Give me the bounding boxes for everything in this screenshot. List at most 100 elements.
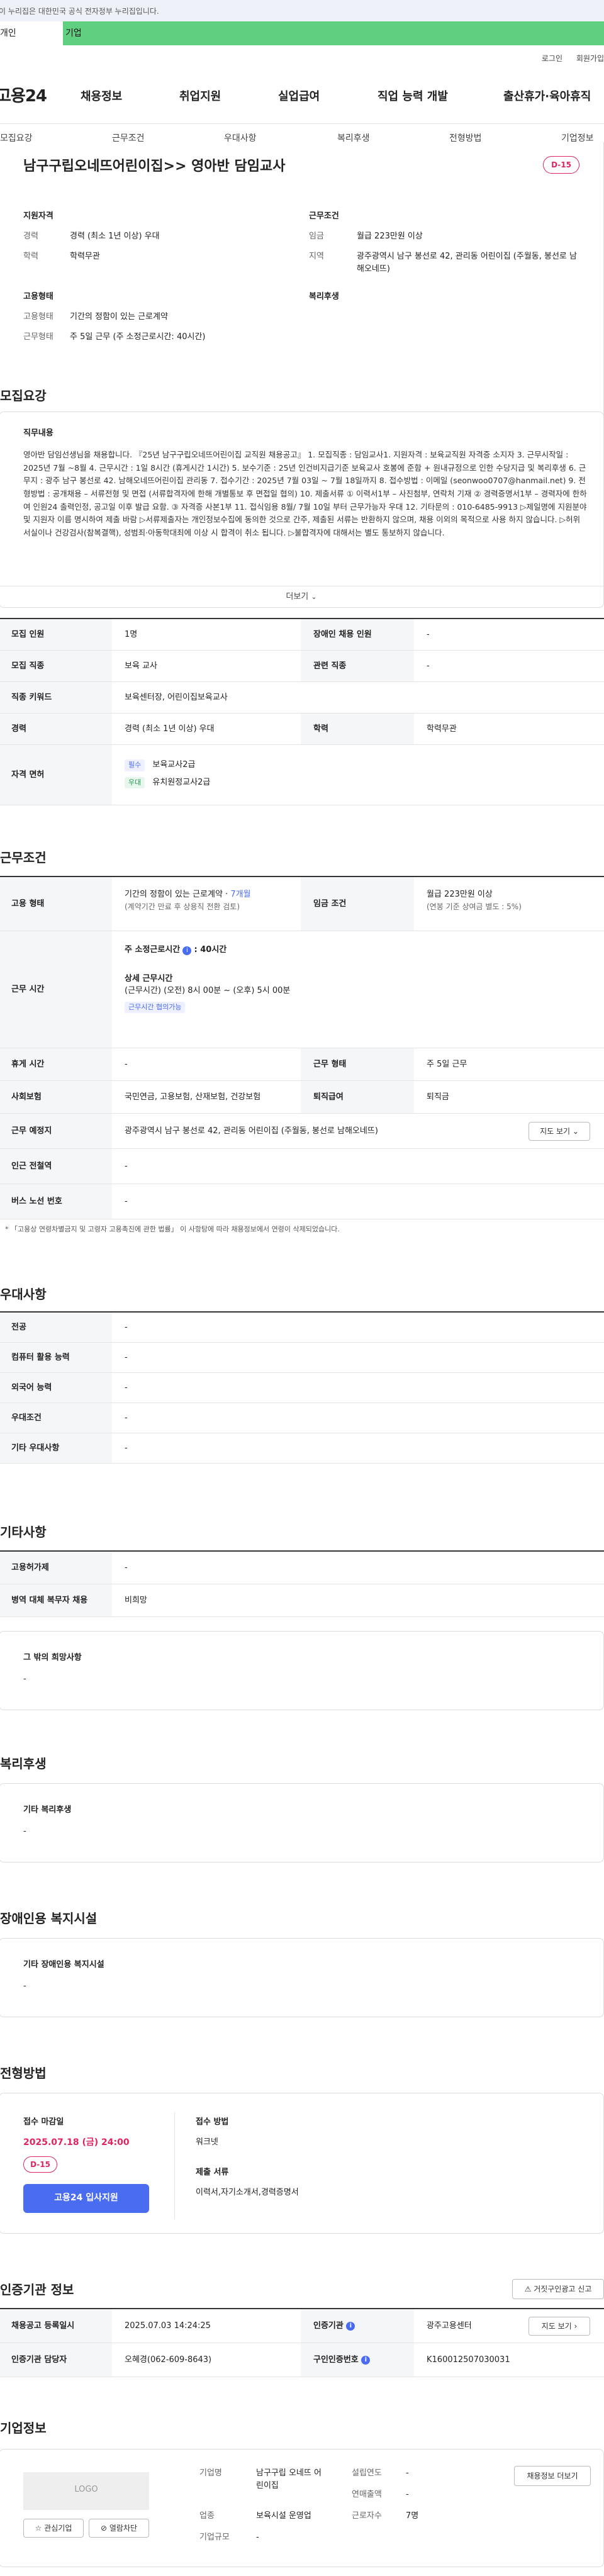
table-row: 외국어 능력 - <box>0 1373 604 1403</box>
employment-heading: 고용형태 <box>23 292 53 301</box>
education-label: 학력 <box>23 252 38 261</box>
selection-box: 접수 마감일 2025.07.18 (금) 24:00 D-15 고용24 입사… <box>0 2093 604 2234</box>
chevron-down-icon: ⌄ <box>572 1127 579 1136</box>
divider <box>174 2112 175 2219</box>
join-link[interactable]: 회원가입 <box>576 54 604 63</box>
cert-section-title: 인증기관 정보 <box>0 2282 74 2297</box>
gnb-item-parental-leave[interactable]: 출산휴가·육아휴직 <box>503 88 591 105</box>
table-row: 사회보험 국민연금, 고용보험, 산재보험, 건강보험 퇴직급여 퇴직금 <box>0 1081 604 1114</box>
star-icon: ☆ <box>35 2524 42 2533</box>
welfare-section-title: 복리후생 <box>0 1756 47 1771</box>
block-icon: ⊘ <box>100 2524 108 2533</box>
login-link[interactable]: 로그인 <box>542 54 562 63</box>
career-value: 경력 (최소 1년 이상) 우대 <box>70 232 160 241</box>
cert-table: 채용공고 등록일시 2025.07.03 14:24:25 인증기관 i 광주고… <box>0 2308 604 2377</box>
info-icon[interactable]: i <box>346 2321 355 2331</box>
table-row: 휴게 시간 - 근무 형태 주 5일 근무 <box>0 1048 604 1081</box>
preference-section-title: 우대사항 <box>0 1287 47 1302</box>
career-label: 경력 <box>23 232 38 241</box>
gnb-item-training[interactable]: 직업 능력 개발 <box>378 88 448 105</box>
table-row: 우대조건 - <box>0 1403 604 1433</box>
welfare-box: 기타 복리후생 - <box>0 1783 604 1862</box>
emp-type-label: 고용형태 <box>23 312 53 322</box>
site-logo[interactable]: 고용24 <box>0 84 47 109</box>
utility-links: 로그인 회원가입 <box>530 53 604 64</box>
table-row: 인증기관 담당자 오혜경(062-609-8643) 구인인증번호 i K160… <box>0 2343 604 2377</box>
gnb-item-jobs[interactable]: 채용정보 <box>81 88 122 105</box>
license-item: 필수 보육교사2급 <box>125 759 210 771</box>
dday-badge: D-15 <box>543 156 579 174</box>
license-list: 필수 보육교사2급 우대 유치원정교사2급 <box>125 759 210 788</box>
license-item: 우대 유치원정교사2급 <box>125 776 210 788</box>
disability-section-title: 장애인용 복지시설 <box>0 1911 98 1926</box>
table-row: 모집 직종 보육 교사 관련 직종 - <box>0 651 604 682</box>
company-box: LOGO ☆ 관심기업 ⊘ 열람차단 기업명 남구구립 오네뜨 어린이집 업종 … <box>0 2449 604 2567</box>
conditions-section-title: 근무조건 <box>0 850 47 865</box>
required-tag: 필수 <box>125 759 145 771</box>
region-value: 광주광역시 남구 봉선로 42, 관리동 어린이집 (주월동, 봉선로 남해오네… <box>357 252 577 274</box>
tab-person[interactable]: 개인 <box>0 21 63 45</box>
apply-button[interactable]: 고용24 입사지원 <box>23 2184 149 2213</box>
table-row: 고용허가제 - <box>0 1552 604 1584</box>
table-row: 모집 인원 1명 장애인 채용 인원 - <box>0 619 604 651</box>
notice-text: 이 누리집은 대한민국 공식 전자정부 누리집입니다. <box>0 7 159 16</box>
preference-table: 전공 - 컴퓨터 활용 능력 - 외국어 능력 - 우대조건 - 기타 우대사항… <box>0 1311 604 1464</box>
work-type-value: 주 5일 근무 (주 소정근로시간: 40시간) <box>70 332 206 342</box>
company-section-title: 기업정보 <box>0 2421 47 2436</box>
emp-type-value: 기간의 정함이 있는 근로계약 <box>70 312 168 322</box>
table-row: 자격 면허 필수 보육교사2급 우대 유치원정교사2급 <box>0 745 604 805</box>
government-notice-bar: 이 누리집은 대한민국 공식 전자정부 누리집입니다. <box>0 0 604 21</box>
report-icon: ⚠ <box>524 2285 532 2293</box>
wage-label: 임금 <box>309 232 324 241</box>
disability-box: 기타 장애인용 복지시설 - <box>0 1938 604 2017</box>
info-icon[interactable]: i <box>361 2355 371 2365</box>
region-label: 지역 <box>309 252 324 261</box>
table-row: 버스 노선 번호 - <box>0 1184 604 1219</box>
preferred-tag: 우대 <box>125 776 145 788</box>
gnb-item-employment-support[interactable]: 취업지원 <box>179 88 221 105</box>
deadline-value: 2025.07.18 (금) 24:00 <box>23 2137 130 2148</box>
tab-company[interactable]: 기업 <box>63 21 604 45</box>
other-wishes-box: 그 밖의 희망사항 - <box>0 1631 604 1710</box>
cert-map-button[interactable]: 지도 보기 › <box>528 2317 590 2336</box>
table-row: 근무 예정지 광주광역시 남구 봉선로 42, 관리동 어린이집 (주월동, 봉… <box>0 1114 604 1149</box>
desc-heading: 직무내용 <box>23 428 53 438</box>
negotiable-tag: 근무시간 협의가능 <box>125 1001 186 1013</box>
table-row: 컴퓨터 활용 능력 - <box>0 1343 604 1373</box>
conditions-table: 고용 형태 기간의 정함이 있는 근로계약 · 7개월 (계약기간 만료 후 상… <box>0 876 604 1219</box>
selection-section-title: 전형방법 <box>0 2066 47 2081</box>
map-button[interactable]: 지도 보기 ⌄ <box>528 1122 590 1141</box>
job-summary-card: 남구구립오네뜨어린이집>> 영아반 담임교사 D-15 지원자격 경력 경력 (… <box>0 142 604 439</box>
company-logo-placeholder: LOGO <box>23 2472 149 2510</box>
info-icon[interactable]: i <box>182 946 192 955</box>
gnb-item-unemployment[interactable]: 실업급여 <box>278 88 320 105</box>
job-description-card: 직무내용 영아반 담임선생님을 채용합니다. 『25년 남구구립오네뜨어린이집 … <box>0 412 604 608</box>
table-row: 인근 전철역 - <box>0 1149 604 1184</box>
wage-value: 월급 223만원 이상 <box>357 232 423 241</box>
main-navigation: 고용24 채용정보 취업지원 실업급여 직업 능력 개발 출산휴가·육아휴직 <box>0 84 604 111</box>
company-jobs-button[interactable]: 채용정보 더보기 <box>514 2466 591 2486</box>
block-button[interactable]: ⊘ 열람차단 <box>89 2519 149 2538</box>
chevron-down-icon: ⌄ <box>311 593 317 601</box>
education-value: 학력무관 <box>70 252 100 261</box>
dday-badge: D-15 <box>23 2156 57 2173</box>
recruit-section-title: 모집요강 <box>0 388 47 403</box>
interest-company-button[interactable]: ☆ 관심기업 <box>23 2519 84 2538</box>
job-title: 남구구립오네뜨어린이집>> 영아반 담임교사 <box>23 159 286 174</box>
location-value: 광주광역시 남구 봉선로 42, 관리동 어린이집 (주월동, 봉선로 남해오네… <box>125 1126 378 1136</box>
desc-text: 영아반 담임선생님을 채용합니다. 『25년 남구구립오네뜨어린이집 교직원 채… <box>23 450 587 537</box>
table-row: 경력 경력 (최소 1년 이상) 우대 학력 학력무관 <box>0 714 604 745</box>
table-row: 직종 키워드 보육센터장, 어린이집보육교사 <box>0 682 604 714</box>
company-name[interactable]: 남구구립 오네뜨 어린이집 <box>256 2467 325 2492</box>
chevron-right-icon: › <box>574 2322 578 2331</box>
table-row: 병역 대체 복무자 채용 비희망 <box>0 1584 604 1617</box>
report-fake-ad-button[interactable]: ⚠ 거짓구인광고 신고 <box>512 2279 604 2299</box>
audience-tabs: 개인 기업 <box>0 21 604 45</box>
conditions-heading: 근무조건 <box>309 211 339 221</box>
table-row: 전공 - <box>0 1313 604 1343</box>
age-footnote: * 「고용상 연령차별금지 및 고령자 고용촉진에 관한 법률」 이 사항탕에 … <box>5 1225 340 1233</box>
etc-table: 고용허가제 - 병역 대체 복무자 채용 비희망 <box>0 1550 604 1617</box>
qualification-heading: 지원자격 <box>23 211 53 221</box>
more-button[interactable]: 더보기 ⌄ <box>0 586 603 607</box>
table-row: 근무 시간 주 소정근로시간 i : 40시간 상세 근무시간 (근무시간) (… <box>0 931 604 1048</box>
